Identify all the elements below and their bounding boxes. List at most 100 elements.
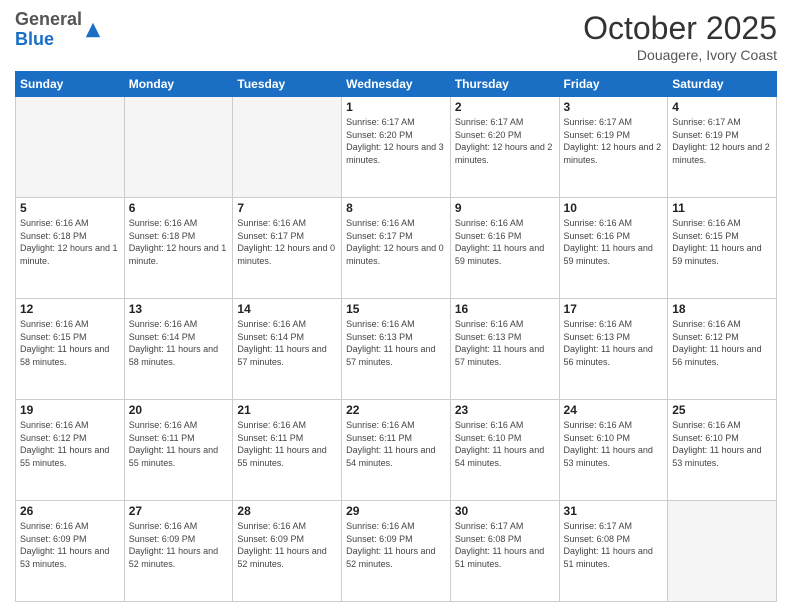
title-block: October 2025 Douagere, Ivory Coast: [583, 10, 777, 63]
day-info: Sunrise: 6:16 AMSunset: 6:09 PMDaylight:…: [129, 520, 229, 570]
day-number: 17: [564, 302, 664, 316]
day-cell-19: 19 Sunrise: 6:16 AMSunset: 6:12 PMDayligh…: [16, 400, 125, 501]
day-number: 15: [346, 302, 446, 316]
day-number: 14: [237, 302, 337, 316]
day-cell-20: 20 Sunrise: 6:16 AMSunset: 6:11 PMDayligh…: [124, 400, 233, 501]
day-number: 20: [129, 403, 229, 417]
day-info: Sunrise: 6:16 AMSunset: 6:12 PMDaylight:…: [20, 419, 120, 469]
day-cell-24: 24 Sunrise: 6:16 AMSunset: 6:10 PMDayligh…: [559, 400, 668, 501]
day-info: Sunrise: 6:17 AMSunset: 6:19 PMDaylight:…: [672, 116, 772, 166]
day-info: Sunrise: 6:16 AMSunset: 6:16 PMDaylight:…: [455, 217, 555, 267]
day-number: 24: [564, 403, 664, 417]
day-number: 27: [129, 504, 229, 518]
day-info: Sunrise: 6:16 AMSunset: 6:18 PMDaylight:…: [129, 217, 229, 267]
month-title: October 2025: [583, 10, 777, 47]
day-cell-23: 23Sunrise: 6:16 AMSunset: 6:10 PMDayligh…: [450, 400, 559, 501]
day-cell-1: 1Sunrise: 6:17 AMSunset: 6:20 PMDaylight…: [342, 97, 451, 198]
day-cell-14: 14 Sunrise: 6:16 AMSunset: 6:14 PMDayligh…: [233, 299, 342, 400]
day-number: 4: [672, 100, 772, 114]
day-cell-15: 15 Sunrise: 6:16 AMSunset: 6:13 PMDayligh…: [342, 299, 451, 400]
day-number: 6: [129, 201, 229, 215]
day-info: Sunrise: 6:17 AMSunset: 6:08 PMDaylight:…: [455, 520, 555, 570]
day-info: Sunrise: 6:17 AMSunset: 6:08 PMDaylight:…: [564, 520, 664, 570]
day-info: Sunrise: 6:16 AMSunset: 6:15 PMDaylight:…: [20, 318, 120, 368]
calendar-table: SundayMondayTuesdayWednesdayThursdayFrid…: [15, 71, 777, 602]
day-number: 16: [455, 302, 555, 316]
day-info: Sunrise: 6:16 AMSunset: 6:13 PMDaylight:…: [455, 318, 555, 368]
day-info: Sunrise: 6:16 AMSunset: 6:17 PMDaylight:…: [346, 217, 446, 267]
day-info: Sunrise: 6:16 AMSunset: 6:12 PMDaylight:…: [672, 318, 772, 368]
day-info: Sunrise: 6:16 AMSunset: 6:11 PMDaylight:…: [129, 419, 229, 469]
day-cell-31: 31 Sunrise: 6:17 AMSunset: 6:08 PMDayligh…: [559, 501, 668, 602]
day-cell-25: 25Sunrise: 6:16 AMSunset: 6:10 PMDayligh…: [668, 400, 777, 501]
day-number: 28: [237, 504, 337, 518]
day-number: 12: [20, 302, 120, 316]
day-info: Sunrise: 6:16 AMSunset: 6:11 PMDaylight:…: [237, 419, 337, 469]
day-info: Sunrise: 6:16 AMSunset: 6:09 PMDaylight:…: [346, 520, 446, 570]
day-info: Sunrise: 6:16 AMSunset: 6:13 PMDaylight:…: [564, 318, 664, 368]
day-info: Sunrise: 6:16 AMSunset: 6:17 PMDaylight:…: [237, 217, 337, 267]
day-number: 13: [129, 302, 229, 316]
day-info: Sunrise: 6:17 AMSunset: 6:19 PMDaylight:…: [564, 116, 664, 166]
empty-cell: [16, 97, 125, 198]
day-cell-29: 29 Sunrise: 6:16 AMSunset: 6:09 PMDayligh…: [342, 501, 451, 602]
day-cell-11: 11 Sunrise: 6:16 AMSunset: 6:15 PMDayligh…: [668, 198, 777, 299]
day-cell-8: 8 Sunrise: 6:16 AMSunset: 6:17 PMDaylight…: [342, 198, 451, 299]
day-number: 3: [564, 100, 664, 114]
day-info: Sunrise: 6:16 AMSunset: 6:11 PMDaylight:…: [346, 419, 446, 469]
week-row-3: 19 Sunrise: 6:16 AMSunset: 6:12 PMDayligh…: [16, 400, 777, 501]
day-info: Sunrise: 6:16 AMSunset: 6:10 PMDaylight:…: [564, 419, 664, 469]
day-cell-9: 9 Sunrise: 6:16 AMSunset: 6:16 PMDaylight…: [450, 198, 559, 299]
day-info: Sunrise: 6:16 AMSunset: 6:13 PMDaylight:…: [346, 318, 446, 368]
day-number: 29: [346, 504, 446, 518]
col-header-saturday: Saturday: [668, 72, 777, 97]
day-number: 19: [20, 403, 120, 417]
day-cell-30: 30 Sunrise: 6:17 AMSunset: 6:08 PMDayligh…: [450, 501, 559, 602]
day-cell-28: 28 Sunrise: 6:16 AMSunset: 6:09 PMDayligh…: [233, 501, 342, 602]
day-cell-13: 13 Sunrise: 6:16 AMSunset: 6:14 PMDayligh…: [124, 299, 233, 400]
day-number: 18: [672, 302, 772, 316]
day-info: Sunrise: 6:16 AMSunset: 6:14 PMDaylight:…: [237, 318, 337, 368]
day-cell-22: 22 Sunrise: 6:16 AMSunset: 6:11 PMDayligh…: [342, 400, 451, 501]
day-cell-27: 27 Sunrise: 6:16 AMSunset: 6:09 PMDayligh…: [124, 501, 233, 602]
day-number: 11: [672, 201, 772, 215]
calendar-header-row: SundayMondayTuesdayWednesdayThursdayFrid…: [16, 72, 777, 97]
day-info: Sunrise: 6:16 AMSunset: 6:10 PMDaylight:…: [455, 419, 555, 469]
day-number: 31: [564, 504, 664, 518]
day-info: Sunrise: 6:16 AMSunset: 6:09 PMDaylight:…: [20, 520, 120, 570]
day-cell-7: 7 Sunrise: 6:16 AMSunset: 6:17 PMDaylight…: [233, 198, 342, 299]
day-info: Sunrise: 6:16 AMSunset: 6:18 PMDaylight:…: [20, 217, 120, 267]
day-number: 10: [564, 201, 664, 215]
day-cell-17: 17 Sunrise: 6:16 AMSunset: 6:13 PMDayligh…: [559, 299, 668, 400]
day-number: 9: [455, 201, 555, 215]
calendar-page: General Blue October 2025 Douagere, Ivor…: [0, 0, 792, 612]
day-cell-12: 12 Sunrise: 6:16 AMSunset: 6:15 PMDayligh…: [16, 299, 125, 400]
day-info: Sunrise: 6:16 AMSunset: 6:15 PMDaylight:…: [672, 217, 772, 267]
day-cell-3: 3 Sunrise: 6:17 AMSunset: 6:19 PMDaylight…: [559, 97, 668, 198]
day-number: 25: [672, 403, 772, 417]
day-number: 7: [237, 201, 337, 215]
day-number: 22: [346, 403, 446, 417]
day-cell-26: 26Sunrise: 6:16 AMSunset: 6:09 PMDayligh…: [16, 501, 125, 602]
empty-cell: [233, 97, 342, 198]
header: General Blue October 2025 Douagere, Ivor…: [15, 10, 777, 63]
empty-cell: [668, 501, 777, 602]
col-header-friday: Friday: [559, 72, 668, 97]
col-header-tuesday: Tuesday: [233, 72, 342, 97]
col-header-sunday: Sunday: [16, 72, 125, 97]
week-row-1: 5 Sunrise: 6:16 AMSunset: 6:18 PMDaylight…: [16, 198, 777, 299]
week-row-0: 1Sunrise: 6:17 AMSunset: 6:20 PMDaylight…: [16, 97, 777, 198]
day-number: 2: [455, 100, 555, 114]
day-number: 8: [346, 201, 446, 215]
day-cell-2: 2Sunrise: 6:17 AMSunset: 6:20 PMDaylight…: [450, 97, 559, 198]
day-number: 5: [20, 201, 120, 215]
empty-cell: [124, 97, 233, 198]
day-number: 30: [455, 504, 555, 518]
day-info: Sunrise: 6:16 AMSunset: 6:09 PMDaylight:…: [237, 520, 337, 570]
day-cell-6: 6 Sunrise: 6:16 AMSunset: 6:18 PMDaylight…: [124, 198, 233, 299]
day-number: 21: [237, 403, 337, 417]
logo-blue: Blue: [15, 29, 54, 49]
day-cell-4: 4 Sunrise: 6:17 AMSunset: 6:19 PMDaylight…: [668, 97, 777, 198]
day-cell-10: 10Sunrise: 6:16 AMSunset: 6:16 PMDayligh…: [559, 198, 668, 299]
day-info: Sunrise: 6:16 AMSunset: 6:14 PMDaylight:…: [129, 318, 229, 368]
